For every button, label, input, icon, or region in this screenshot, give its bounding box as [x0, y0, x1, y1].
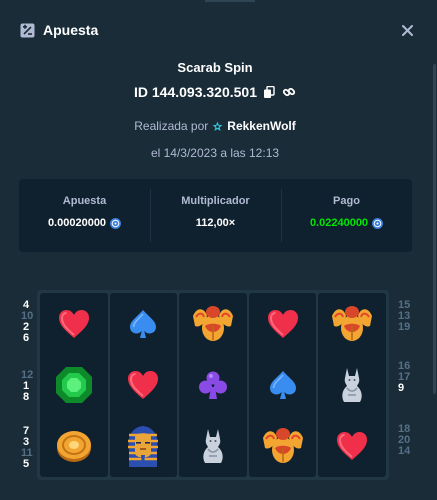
heart-icon: [110, 354, 178, 415]
cat-icon: [179, 416, 247, 477]
heart-icon: [40, 293, 108, 354]
payline-number: 5: [22, 458, 30, 470]
user-link[interactable]: RekkenWolf: [212, 119, 296, 133]
stat-bet-label: Apuesta: [62, 195, 107, 207]
bet-amount: 0.00020000: [47, 217, 107, 229]
stat-multiplier: Multiplicador 112,00×: [150, 179, 281, 252]
reel-grid: [37, 290, 389, 480]
stat-bet-value: 0.00020000: [47, 217, 122, 229]
payline-number: 19: [398, 321, 411, 333]
paylines-right-group-2: 16 17 9: [398, 361, 416, 394]
stat-multiplier-value: 112,00×: [195, 217, 236, 229]
placed-by-label: Realizada por: [134, 119, 209, 133]
litecoin-icon: [110, 217, 122, 229]
reel-column: [40, 293, 108, 477]
payout-amount: 0.02240000: [309, 217, 369, 229]
payline-number: 9: [398, 382, 405, 394]
close-icon[interactable]: [397, 20, 417, 40]
vip-star-icon: [212, 121, 223, 131]
cat-icon: [318, 354, 386, 415]
modal-header: Apuesta: [20, 16, 417, 44]
reel-column: [109, 293, 178, 477]
scrollbar-thumb[interactable]: [433, 64, 436, 394]
club-icon: [179, 354, 247, 415]
payline-number: 8: [22, 391, 30, 403]
spade-icon: [110, 293, 178, 354]
paylines-left-group-2: 12 1 8: [21, 370, 33, 403]
paylines-right-group-3: 18 20 14: [398, 424, 416, 457]
stat-bet: Apuesta 0.00020000: [19, 179, 150, 252]
stat-payout: Pago 0.02240000: [281, 179, 412, 252]
litecoin-icon: [372, 217, 384, 229]
paylines-right-group-1: 15 13 19: [398, 300, 416, 333]
heart-icon: [318, 416, 386, 477]
bet-ticket-icon: [20, 23, 35, 38]
game-name[interactable]: Scarab Spin: [0, 60, 430, 75]
bet-date: el 14/3/2023 a las 12:13: [150, 146, 280, 160]
top-accent-line: [205, 0, 255, 2]
placed-by-row: Realizada por RekkenWolf: [0, 119, 430, 133]
stats-panel: Apuesta 0.00020000 Multiplicador 112,00×…: [19, 179, 412, 252]
stat-payout-label: Pago: [333, 195, 360, 207]
bet-id-row: ID 144.093.320.501: [0, 84, 430, 100]
scarab-icon: [179, 293, 247, 354]
stat-multiplier-label: Multiplicador: [181, 195, 250, 207]
stat-payout-value: 0.02240000: [309, 217, 384, 229]
gold-coin-icon: [40, 416, 108, 477]
paylines-left-group-3: 7 3 11 5: [21, 426, 33, 470]
heart-icon: [249, 293, 317, 354]
payline-number: 6: [22, 332, 30, 344]
scarab-icon: [249, 416, 317, 477]
bet-id: ID 144.093.320.501: [134, 84, 257, 100]
paylines-left-group-1: 4 10 2 6: [21, 300, 33, 344]
copy-icon[interactable]: [263, 85, 276, 99]
link-icon[interactable]: [282, 85, 296, 99]
pharaoh-icon: [110, 416, 178, 477]
emerald-icon: [40, 354, 108, 415]
spade-icon: [249, 354, 317, 415]
modal-title: Apuesta: [43, 22, 99, 38]
reel-column: [179, 293, 247, 477]
reel-column: [248, 293, 317, 477]
username: RekkenWolf: [227, 119, 296, 133]
scarab-icon: [318, 293, 386, 354]
reel-column: [318, 293, 386, 477]
payline-number: 14: [398, 445, 411, 457]
